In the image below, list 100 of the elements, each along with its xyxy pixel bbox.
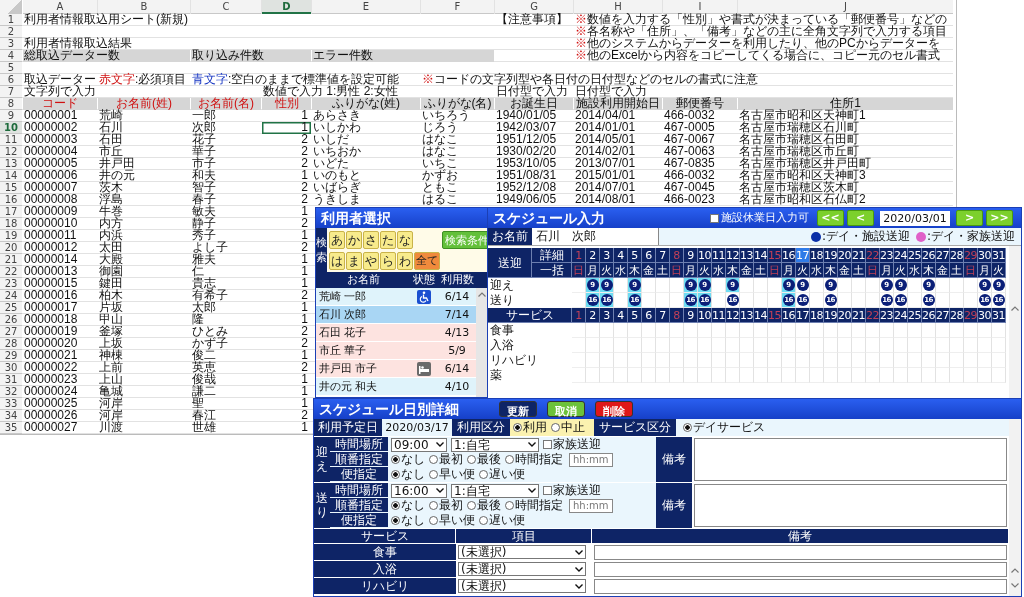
radio-button[interactable] <box>505 501 514 510</box>
day-header[interactable]: 27 <box>936 248 950 263</box>
row-number[interactable]: 32 <box>0 386 22 398</box>
row-number[interactable]: 6 <box>0 74 22 86</box>
row-number[interactable]: 21 <box>0 254 22 266</box>
row-number[interactable]: 28 <box>0 338 22 350</box>
day-header[interactable]: 18 <box>810 248 824 263</box>
radio-label[interactable]: デイサービス <box>693 419 765 436</box>
kana-button[interactable]: や <box>363 252 379 270</box>
user-row[interactable]: 井戸田 市子 6/14 <box>316 360 476 378</box>
note-field[interactable] <box>694 484 1007 527</box>
radio-label[interactable]: 最初 <box>439 497 463 514</box>
dropdown[interactable]: 16:00 <box>391 483 447 498</box>
row-number[interactable]: 11 <box>0 134 22 146</box>
user-row[interactable]: 市丘 華子 5/9 <box>316 342 476 360</box>
radio-button[interactable] <box>551 423 560 432</box>
row-number[interactable]: 19 <box>0 230 22 242</box>
kana-button[interactable]: さ <box>363 231 379 249</box>
kana-button[interactable]: た <box>380 231 396 249</box>
dropdown[interactable]: (未選択) <box>458 579 586 593</box>
user-row[interactable]: 井の元 和夫 4/10 <box>316 378 476 396</box>
radio-button[interactable] <box>391 516 400 525</box>
day-header[interactable]: 4 <box>614 248 628 263</box>
radio-label[interactable]: 最後 <box>477 451 501 468</box>
column-letter[interactable]: G <box>495 0 573 14</box>
row-number[interactable]: 34 <box>0 410 22 422</box>
radio-button[interactable] <box>467 501 476 510</box>
kana-button[interactable]: ら <box>380 252 396 270</box>
row-number[interactable]: 25 <box>0 302 22 314</box>
column-letter[interactable]: I <box>663 0 737 14</box>
kana-button[interactable]: あ <box>329 231 345 249</box>
checkbox-label[interactable]: 家族送迎 <box>553 436 601 453</box>
row-number[interactable]: 16 <box>0 194 22 206</box>
day-header[interactable]: 11 <box>712 248 726 263</box>
day-header[interactable]: 14 <box>754 248 768 263</box>
day-header[interactable]: 3 <box>600 248 614 263</box>
day-header[interactable]: 21 <box>852 248 866 263</box>
row-number[interactable]: 12 <box>0 146 22 158</box>
checkbox-label[interactable]: 施設休業日入力可 <box>721 208 809 228</box>
column-letter[interactable]: A <box>23 0 97 14</box>
dropdown[interactable]: 09:00 <box>391 437 447 452</box>
day-header[interactable]: 2 <box>586 248 600 263</box>
radio-label[interactable]: 早い便 <box>439 512 475 529</box>
kana-button[interactable]: か <box>346 231 362 249</box>
radio-label[interactable]: なし <box>401 466 425 483</box>
day-header[interactable]: 20 <box>838 248 852 263</box>
radio-button[interactable] <box>479 470 488 479</box>
date-field[interactable]: 2020/03/01 <box>880 210 950 226</box>
row-number[interactable]: 18 <box>0 218 22 230</box>
kana-button[interactable]: な <box>397 231 413 249</box>
row-number[interactable]: 29 <box>0 350 22 362</box>
radio-button[interactable] <box>429 516 438 525</box>
radio-label[interactable]: 時間指定 <box>515 451 563 468</box>
column-letter[interactable]: H <box>574 0 662 14</box>
column-letter[interactable]: D <box>262 0 311 14</box>
column-letter[interactable]: E <box>312 0 420 14</box>
row-number[interactable]: 3 <box>0 38 22 50</box>
row-number[interactable]: 33 <box>0 398 22 410</box>
day-header[interactable]: 19 <box>824 248 838 263</box>
row-number[interactable]: 13 <box>0 158 22 170</box>
radio-button[interactable] <box>479 516 488 525</box>
radio-label[interactable]: 最初 <box>439 451 463 468</box>
row-number[interactable]: 5 <box>0 62 22 74</box>
note-field[interactable] <box>594 578 1007 594</box>
radio-button[interactable] <box>429 501 438 510</box>
dropdown[interactable]: (未選択) <box>458 545 586 559</box>
row-number[interactable]: 4 <box>0 50 22 62</box>
bulk-tab[interactable]: 一括 <box>532 263 572 278</box>
day-header[interactable]: 13 <box>740 248 754 263</box>
user-row[interactable]: 荒崎 一郎 6/14 <box>316 288 476 306</box>
radio-button[interactable] <box>429 470 438 479</box>
time-field[interactable]: hh:mm <box>569 498 613 513</box>
day-header[interactable]: 31 <box>992 248 1006 263</box>
scrollbar[interactable] <box>1009 246 1021 398</box>
radio-button[interactable] <box>505 455 514 464</box>
radio-label[interactable]: 早い便 <box>439 466 475 483</box>
row-number[interactable]: 23 <box>0 278 22 290</box>
row-number[interactable]: 35 <box>0 422 22 434</box>
kana-button[interactable]: は <box>329 252 345 270</box>
kana-button[interactable]: ま <box>346 252 362 270</box>
note-field[interactable] <box>594 544 1007 560</box>
day-header[interactable]: 5 <box>628 248 642 263</box>
row-number[interactable]: 22 <box>0 266 22 278</box>
row-number[interactable]: 14 <box>0 170 22 182</box>
radio-label[interactable]: なし <box>401 451 425 468</box>
row-number[interactable]: 30 <box>0 362 22 374</box>
radio-label[interactable]: 遅い便 <box>489 512 525 529</box>
radio-button[interactable] <box>683 423 692 432</box>
day-header[interactable]: 7 <box>656 248 670 263</box>
note-field[interactable] <box>694 438 1007 481</box>
day-header[interactable]: 26 <box>922 248 936 263</box>
detail-tab[interactable]: 詳細 <box>532 248 572 263</box>
note-field[interactable] <box>594 561 1007 577</box>
radio-label[interactable]: 最後 <box>477 497 501 514</box>
radio-button[interactable] <box>391 455 400 464</box>
column-letter[interactable]: J <box>738 0 953 14</box>
user-row[interactable]: 石川 次郎 7/14 <box>316 306 476 324</box>
dropdown[interactable]: 1:自宅 <box>451 437 539 452</box>
radio-label[interactable]: 中止 <box>561 419 585 436</box>
checkbox[interactable] <box>543 486 552 495</box>
